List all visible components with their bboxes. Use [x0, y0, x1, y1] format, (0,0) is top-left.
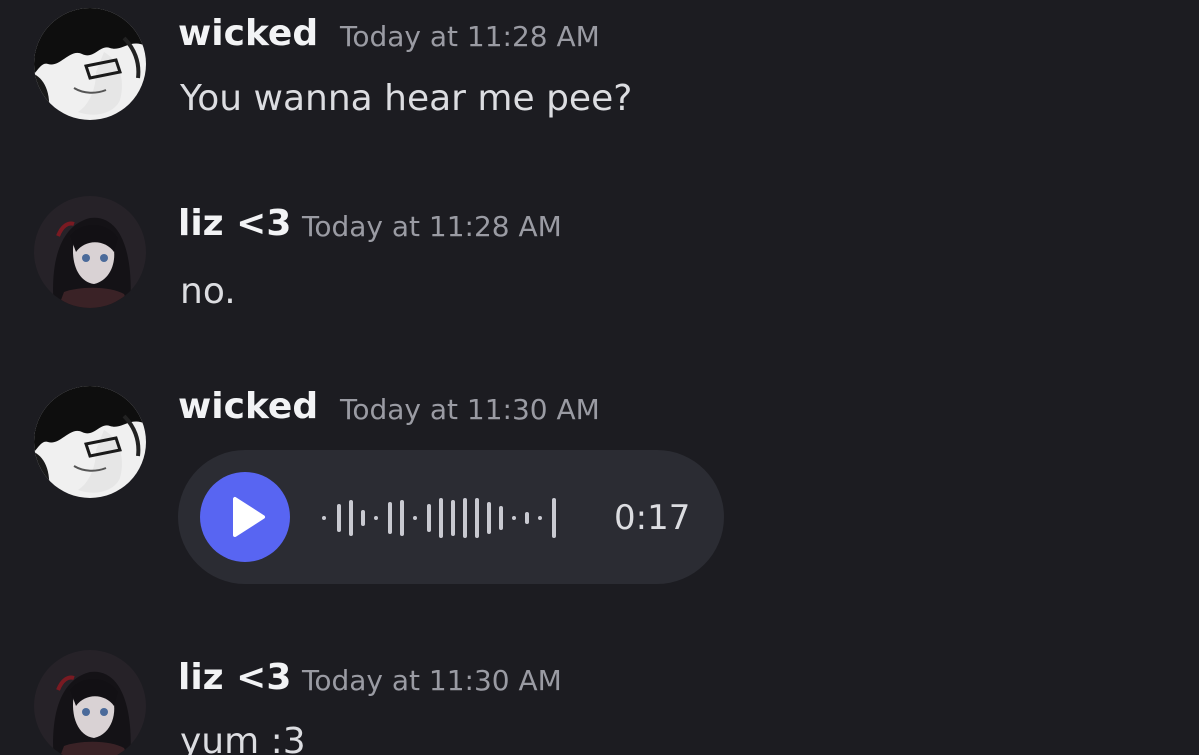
liz-avatar-icon	[34, 650, 146, 755]
wicked-avatar[interactable]	[34, 386, 146, 498]
wicked-avatar-icon	[34, 8, 146, 120]
message-timestamp: Today at 11:28 AM	[340, 20, 600, 53]
message-timestamp: Today at 11:30 AM	[302, 664, 562, 697]
message-timestamp: Today at 11:28 AM	[302, 210, 562, 243]
voice-duration: 0:17	[614, 498, 691, 538]
wicked-avatar[interactable]	[34, 8, 146, 120]
waveform-icon	[322, 498, 556, 538]
message-author[interactable]: liz <3	[178, 658, 291, 698]
message-author[interactable]: liz <3	[178, 204, 291, 244]
message-author[interactable]: wicked	[178, 387, 318, 427]
liz-avatar[interactable]	[34, 650, 146, 755]
liz-avatar[interactable]	[34, 196, 146, 308]
voice-message[interactable]: 0:17	[178, 450, 724, 584]
liz-avatar-icon	[34, 196, 146, 308]
message-text: You wanna hear me pee?	[180, 78, 633, 119]
message-text: no.	[180, 271, 236, 312]
chat-screen: wicked Today at 11:28 AM You wanna hear …	[0, 0, 1199, 755]
play-icon	[233, 497, 265, 537]
message-author[interactable]: wicked	[178, 14, 318, 54]
wicked-avatar-icon	[34, 386, 146, 498]
message-timestamp: Today at 11:30 AM	[340, 393, 600, 426]
play-button[interactable]	[200, 472, 290, 562]
message-text: yum :3	[180, 721, 306, 755]
